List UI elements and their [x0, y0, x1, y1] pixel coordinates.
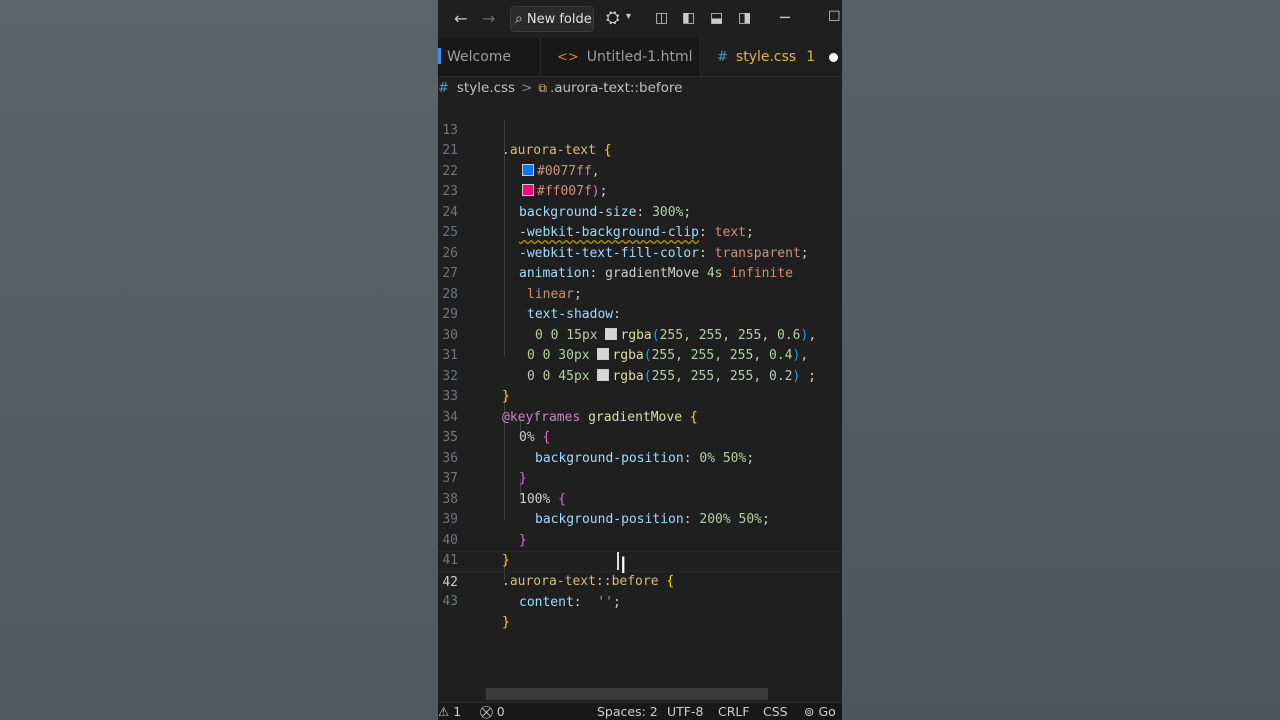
- code-line: 35 background-position: 0% 50%;: [438, 408, 842, 466]
- warning-icon: ⚠: [438, 704, 450, 719]
- css-file-icon: #: [717, 49, 728, 65]
- code-editor-window: ← → ⌕ New folde ⛭ ▾ ◫ ◧ ⬓ ◨ ─ ☐ Welcome …: [438, 0, 842, 720]
- tab-untitled-html[interactable]: <> Untitled-1.html: [541, 38, 701, 76]
- html-file-icon: <>: [557, 49, 579, 65]
- broadcast-icon: ⊚: [804, 704, 815, 719]
- forward-arrow-icon[interactable]: →: [482, 9, 495, 28]
- horizontal-scrollbar[interactable]: [486, 688, 768, 700]
- code-line: 29 0 0 15px rgba(255, 255, 255, 0.6),: [438, 285, 842, 343]
- line-number: 43: [442, 594, 458, 609]
- tab-label: Welcome: [447, 49, 512, 65]
- code-line: 38 background-position: 200% 50%;: [438, 469, 842, 528]
- code-line: 28 text-shadow:: [438, 264, 842, 323]
- code-line: 39 }: [438, 490, 842, 548]
- code-line: 24 -webkit-background-clip: text;: [438, 182, 842, 241]
- code-line: 30 0 0 30px rgba(255, 255, 255, 0.4),: [438, 305, 842, 364]
- code-line: 40 }: [438, 510, 842, 569]
- code-line: 27 linear;: [438, 244, 842, 302]
- problem-badge: 1: [806, 49, 816, 65]
- status-bar: ⚠ 1 ⛒ 0 Spaces: 2 UTF-8 CRLF CSS ⊚ Go: [438, 702, 842, 720]
- search-icon: ⌕: [515, 11, 523, 27]
- go-live-status[interactable]: ⊚ Go: [804, 704, 836, 719]
- minimize-icon[interactable]: ─: [780, 8, 790, 27]
- toggle-primary-sidebar-icon[interactable]: ◧: [682, 10, 695, 26]
- code-line: 21 #0077ff,: [438, 121, 842, 179]
- ports-icon: ⛒: [480, 704, 493, 719]
- ports-status[interactable]: ⛒ 0: [480, 704, 505, 720]
- css-file-icon: #: [438, 80, 449, 96]
- code-line: 26 animation: gradientMove 4s infinite: [438, 223, 842, 282]
- background-right: [842, 0, 1280, 720]
- indentation-status[interactable]: Spaces: 2: [597, 704, 658, 719]
- mouse-ibeam-cursor-icon: I: [620, 554, 627, 579]
- maximize-icon[interactable]: ☐: [828, 9, 841, 25]
- language-status[interactable]: CSS: [763, 704, 788, 719]
- code-line: 25 -webkit-text-fill-color: transparent;: [438, 203, 842, 261]
- code-line: 34 0% {: [438, 387, 842, 446]
- code-line: 33 @keyframes gradientMove {: [438, 367, 842, 425]
- editor-tabs: Welcome <> Untitled-1.html # style.css 1: [438, 38, 842, 77]
- text-caret: [617, 552, 619, 570]
- code-line-current: 42 content: '';: [438, 551, 842, 610]
- ports-count: 0: [496, 704, 505, 719]
- go-live-label: Go: [818, 704, 836, 719]
- code-line: 36 }: [438, 428, 842, 487]
- chevron-down-icon[interactable]: ▾: [626, 11, 631, 22]
- tab-welcome[interactable]: Welcome: [438, 38, 541, 76]
- tab-label: style.css: [735, 49, 797, 65]
- toggle-panel-icon[interactable]: ⬓: [710, 10, 723, 26]
- code-line: 37 100% {: [438, 449, 842, 507]
- toggle-secondary-sidebar-icon[interactable]: ◨: [738, 10, 751, 26]
- code-line: 41 .aurora-text::before {: [438, 531, 842, 589]
- breadcrumb-separator: >: [521, 80, 533, 96]
- search-text: New folde: [526, 11, 592, 27]
- unsaved-dot-icon[interactable]: [829, 52, 839, 62]
- eol-status[interactable]: CRLF: [718, 704, 750, 719]
- breadcrumb: # style.css > ⧉ .aurora-text::before: [438, 77, 842, 99]
- breadcrumb-file[interactable]: style.css: [457, 80, 515, 96]
- background-left: [0, 0, 438, 720]
- tab-style-css[interactable]: # style.css 1: [701, 38, 842, 76]
- symbol-class-icon: ⧉: [538, 80, 547, 95]
- code-line: 13 .aurora-text {: [438, 100, 842, 159]
- back-arrow-icon[interactable]: ←: [454, 9, 467, 28]
- code-line: 32 }: [438, 346, 842, 405]
- copilot-icon[interactable]: ⛭: [606, 8, 620, 28]
- problems-status[interactable]: ⚠ 1: [438, 704, 461, 719]
- title-bar: ← → ⌕ New folde ⛭ ▾ ◫ ◧ ⬓ ◨ ─ ☐: [438, 0, 842, 38]
- command-center-search[interactable]: ⌕ New folde: [510, 6, 594, 32]
- code-line: 31 0 0 45px rgba(255, 255, 255, 0.2) ;: [438, 326, 842, 384]
- breadcrumb-symbol[interactable]: .aurora-text::before: [550, 80, 683, 96]
- code-line: 22 #ff007f);: [438, 141, 842, 200]
- tab-label: Untitled-1.html: [586, 49, 693, 65]
- code-area[interactable]: 13 .aurora-text { 21 #0077ff, 22 #ff007f…: [438, 100, 842, 690]
- customize-layout-icon[interactable]: ◫: [655, 10, 668, 26]
- problems-count: 1: [453, 704, 462, 719]
- code-line: 23 background-size: 300%;: [438, 162, 842, 220]
- tab-indicator: [438, 48, 441, 64]
- code-line: 43 }: [438, 572, 842, 630]
- encoding-status[interactable]: UTF-8: [667, 704, 703, 719]
